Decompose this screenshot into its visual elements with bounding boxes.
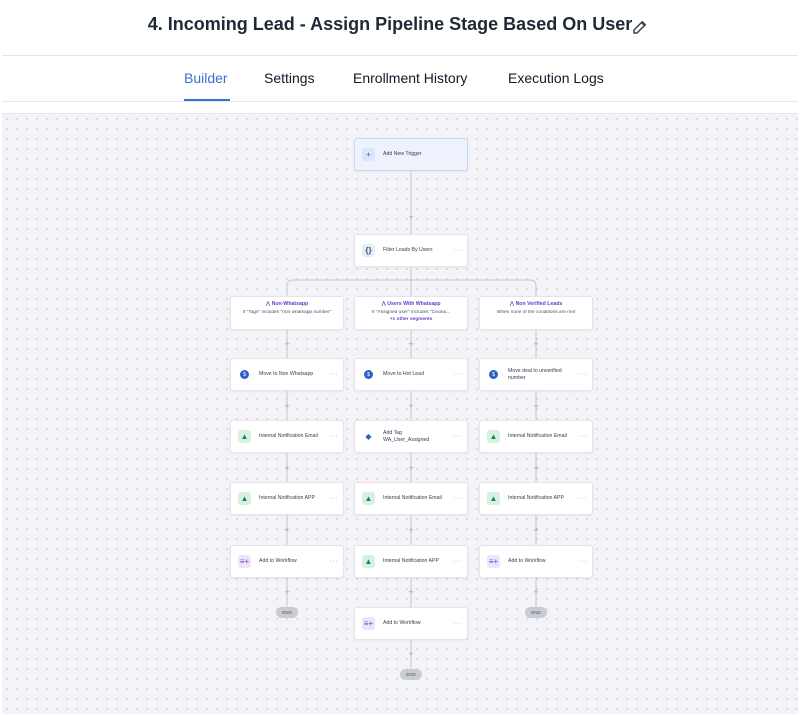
action-node[interactable]: ▲ Internal Notification APP ···: [479, 482, 593, 515]
pipeline-icon: $: [487, 368, 500, 381]
tab-execution-logs[interactable]: Execution Logs: [508, 70, 604, 86]
more-options-icon[interactable]: ···: [454, 620, 463, 627]
action-label: Add to Workflow: [259, 558, 297, 565]
action-label: Internal Notification Email: [383, 495, 442, 502]
action-label: Move deal to unverified number: [508, 368, 562, 381]
tab-builder[interactable]: Builder: [184, 70, 228, 86]
action-node[interactable]: ≡+ Add to Workflow ···: [354, 607, 468, 640]
action-label: Add to Workflow: [508, 558, 546, 565]
bell-icon: ▲: [362, 492, 375, 505]
tab-enrollment-history[interactable]: Enrollment History: [353, 70, 467, 86]
action-label: Internal Notification APP: [259, 495, 315, 502]
more-options-icon[interactable]: ···: [454, 495, 463, 502]
action-node[interactable]: $ Move to Hot Lead ···: [354, 358, 468, 391]
branch-condition: When none of the conditions are met: [496, 310, 576, 315]
action-label: Internal Notification APP: [383, 558, 439, 565]
action-node[interactable]: ≡+ Add to Workflow ···: [230, 545, 344, 578]
more-options-icon[interactable]: ···: [330, 495, 339, 502]
action-label: Add to Workflow: [383, 620, 421, 627]
pipeline-icon: $: [362, 368, 375, 381]
add-trigger-node[interactable]: + Add New Trigger: [354, 138, 468, 171]
pipeline-icon: $: [238, 368, 251, 381]
header: 4. Incoming Lead - Assign Pipeline Stage…: [0, 0, 800, 56]
action-label: Internal Notification Email: [508, 433, 567, 440]
more-options-icon[interactable]: ···: [330, 371, 339, 378]
workflow-add-icon: ≡+: [238, 555, 251, 568]
more-options-icon[interactable]: ···: [579, 433, 588, 440]
more-options-icon[interactable]: ···: [454, 247, 463, 254]
end-node: END: [525, 607, 547, 618]
branch-non-whatsapp[interactable]: ⋀ Non-Whatsapp If "Tags" includes "non w…: [230, 296, 344, 330]
branch-condition: If "Assigned user" includes "Cecilia...: [371, 310, 451, 315]
action-node[interactable]: $ Move deal to unverified number ···: [479, 358, 593, 391]
bell-icon: ▲: [362, 555, 375, 568]
more-options-icon[interactable]: ···: [579, 495, 588, 502]
action-node[interactable]: ▲ Internal Notification APP ···: [354, 545, 468, 578]
more-options-icon[interactable]: ···: [579, 558, 588, 565]
tab-settings[interactable]: Settings: [264, 70, 315, 86]
tag-icon: ◆: [362, 430, 375, 443]
bell-icon: ▲: [238, 430, 251, 443]
tabs-divider: [2, 101, 798, 102]
action-label: Move to Non Whatsapp: [259, 371, 314, 378]
action-node[interactable]: ▲ Internal Notification Email ···: [479, 420, 593, 453]
branch-users-with-whatsapp[interactable]: ⋀ Users With Whatsapp If "Assigned user"…: [354, 296, 468, 330]
plus-icon: +: [362, 148, 375, 161]
branch-title: Users With Whatsapp: [387, 301, 441, 307]
more-options-icon[interactable]: ···: [454, 433, 463, 440]
bell-icon: ▲: [238, 492, 251, 505]
action-label: Internal Notification Email: [259, 433, 318, 440]
more-options-icon[interactable]: ···: [579, 371, 588, 378]
end-node: END: [400, 669, 422, 680]
more-options-icon[interactable]: ···: [330, 433, 339, 440]
branch-title: Non-Whatsapp: [271, 301, 309, 307]
action-node[interactable]: ▲ Internal Notification APP ···: [230, 482, 344, 515]
more-options-icon[interactable]: ···: [454, 558, 463, 565]
filter-node[interactable]: {} Filter Leads By Users ···: [354, 234, 468, 267]
branch-title: Non Verified Leads: [515, 301, 563, 307]
action-node[interactable]: ▲ Internal Notification Email ···: [230, 420, 344, 453]
branch-condition: If "Tags" includes "non whatsapp number": [242, 310, 332, 315]
page-title: 4. Incoming Lead - Assign Pipeline Stage…: [147, 14, 633, 34]
branch-non-verified-leads[interactable]: ⋀ Non Verified Leads When none of the co…: [479, 296, 593, 330]
bell-icon: ▲: [487, 492, 500, 505]
action-label: Internal Notification APP: [508, 495, 564, 502]
workflow-add-icon: ≡+: [362, 617, 375, 630]
action-node[interactable]: ◆ Add Tag WA_User_Assigned ···: [354, 420, 468, 453]
trigger-label: Add New Trigger: [383, 151, 422, 158]
workflow-add-icon: ≡+: [487, 555, 500, 568]
action-node[interactable]: $ Move to Non Whatsapp ···: [230, 358, 344, 391]
bell-icon: ▲: [487, 430, 500, 443]
action-node[interactable]: ▲ Internal Notification Email ···: [354, 482, 468, 515]
tab-bar: Builder Settings Enrollment History Exec…: [0, 56, 800, 102]
braces-icon: {}: [362, 244, 375, 257]
end-node: END: [276, 607, 298, 618]
branch-more-segments[interactable]: +1 other segments: [355, 317, 467, 322]
filter-label: Filter Leads By Users: [383, 247, 433, 254]
pencil-icon[interactable]: [631, 18, 649, 36]
action-node[interactable]: ≡+ Add to Workflow ···: [479, 545, 593, 578]
more-options-icon[interactable]: ···: [330, 558, 339, 565]
more-options-icon[interactable]: ···: [454, 371, 463, 378]
action-label: Add Tag WA_User_Assigned: [383, 430, 430, 443]
action-label: Move to Hot Lead: [383, 371, 424, 378]
